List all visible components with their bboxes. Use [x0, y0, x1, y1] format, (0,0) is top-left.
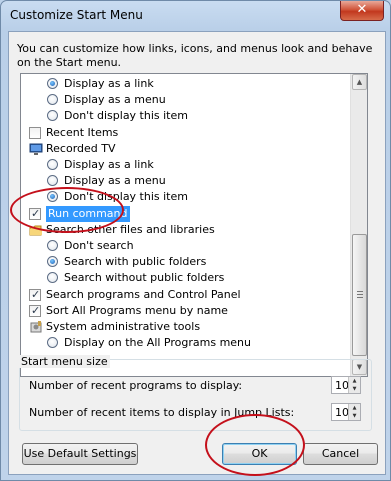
- folder-icon: [29, 223, 43, 237]
- scroll-thumb[interactable]: [352, 234, 367, 356]
- title-bar[interactable]: Customize Start Menu ✕: [1, 1, 390, 31]
- radio-button[interactable]: [47, 94, 58, 106]
- list-item-label: Search without public folders: [64, 271, 225, 285]
- list-item-label: Display as a link: [64, 77, 154, 90]
- checkbox[interactable]: [29, 206, 41, 222]
- description-text: You can customize how links, icons, and …: [17, 42, 373, 69]
- spin-down-icon[interactable]: ▼: [348, 412, 360, 420]
- list-item-label: Search programs and Control Panel: [46, 287, 241, 301]
- radio-button[interactable]: [47, 240, 58, 251]
- spin-up-icon[interactable]: ▲: [348, 377, 360, 385]
- vertical-scrollbar[interactable]: ▲ ▼: [350, 74, 367, 376]
- list-item-label: Display as a link: [64, 158, 154, 171]
- grip-line: [357, 297, 363, 298]
- recent-programs-spinner[interactable]: 10 ▲ ▼: [331, 376, 361, 394]
- scroll-up-button[interactable]: ▲: [352, 74, 367, 90]
- spin-down-icon[interactable]: ▼: [348, 385, 360, 393]
- list-item-label: Search other files and libraries: [46, 222, 215, 236]
- jump-list-value[interactable]: 10: [335, 406, 349, 419]
- close-button[interactable]: ✕: [340, 1, 384, 21]
- list-item-label: Display as a menu: [64, 93, 166, 107]
- dialog-body: You can customize how links, icons, and …: [8, 31, 386, 475]
- admin-tools-icon: [29, 320, 43, 334]
- jump-list-spinner[interactable]: 10 ▲ ▼: [331, 403, 361, 421]
- list-item-label: Recorded TV: [46, 141, 116, 155]
- radio-button[interactable]: [47, 110, 58, 122]
- list-item-label: Display on the All Programs menu: [64, 336, 251, 350]
- start-menu-size-title: Start menu size: [19, 355, 110, 368]
- list-item-label: Display as a menu: [64, 174, 166, 188]
- list-item-label: Don't display this item: [64, 109, 188, 123]
- radio-button[interactable]: [47, 272, 58, 284]
- list-item-label: Search with public folders: [64, 255, 207, 269]
- spin-up-icon[interactable]: ▲: [348, 404, 360, 412]
- radio-button[interactable]: [47, 159, 58, 170]
- ok-button[interactable]: OK: [222, 443, 297, 465]
- list-item-label: Run command: [46, 205, 130, 222]
- options-listbox[interactable]: Display as a link Display as a menu Don't …: [20, 73, 368, 377]
- radio-button[interactable]: [47, 337, 58, 349]
- list-item-label: Recent Items: [46, 125, 119, 139]
- list-item-label: System administrative tools: [46, 320, 201, 333]
- use-default-settings-button[interactable]: Use Default Settings: [22, 443, 138, 465]
- radio-button[interactable]: [47, 78, 58, 89]
- grip-line: [357, 294, 363, 295]
- grip-line: [357, 291, 363, 292]
- cancel-button[interactable]: Cancel: [303, 443, 378, 465]
- checkbox[interactable]: [29, 303, 41, 319]
- close-icon: ✕: [356, 2, 368, 17]
- radio-button[interactable]: [47, 175, 58, 187]
- recent-programs-value[interactable]: 10: [335, 379, 349, 392]
- radio-button[interactable]: [47, 191, 58, 203]
- list-item-label: Sort All Programs menu by name: [46, 303, 228, 317]
- checkbox[interactable]: [29, 287, 41, 303]
- list-item-label: Don't search: [64, 239, 134, 252]
- start-menu-size-group: [19, 359, 372, 431]
- list-item-label: Don't display this item: [64, 190, 188, 204]
- monitor-icon: [29, 142, 43, 156]
- customize-start-menu-dialog: Customize Start Menu ✕ You can customize…: [0, 0, 391, 481]
- radio-button[interactable]: [47, 256, 58, 268]
- jump-list-label: Number of recent items to display in Jum…: [29, 406, 295, 419]
- recent-programs-label: Number of recent programs to display:: [29, 379, 243, 392]
- window-title: Customize Start Menu: [10, 8, 143, 22]
- checkbox[interactable]: [29, 126, 41, 139]
